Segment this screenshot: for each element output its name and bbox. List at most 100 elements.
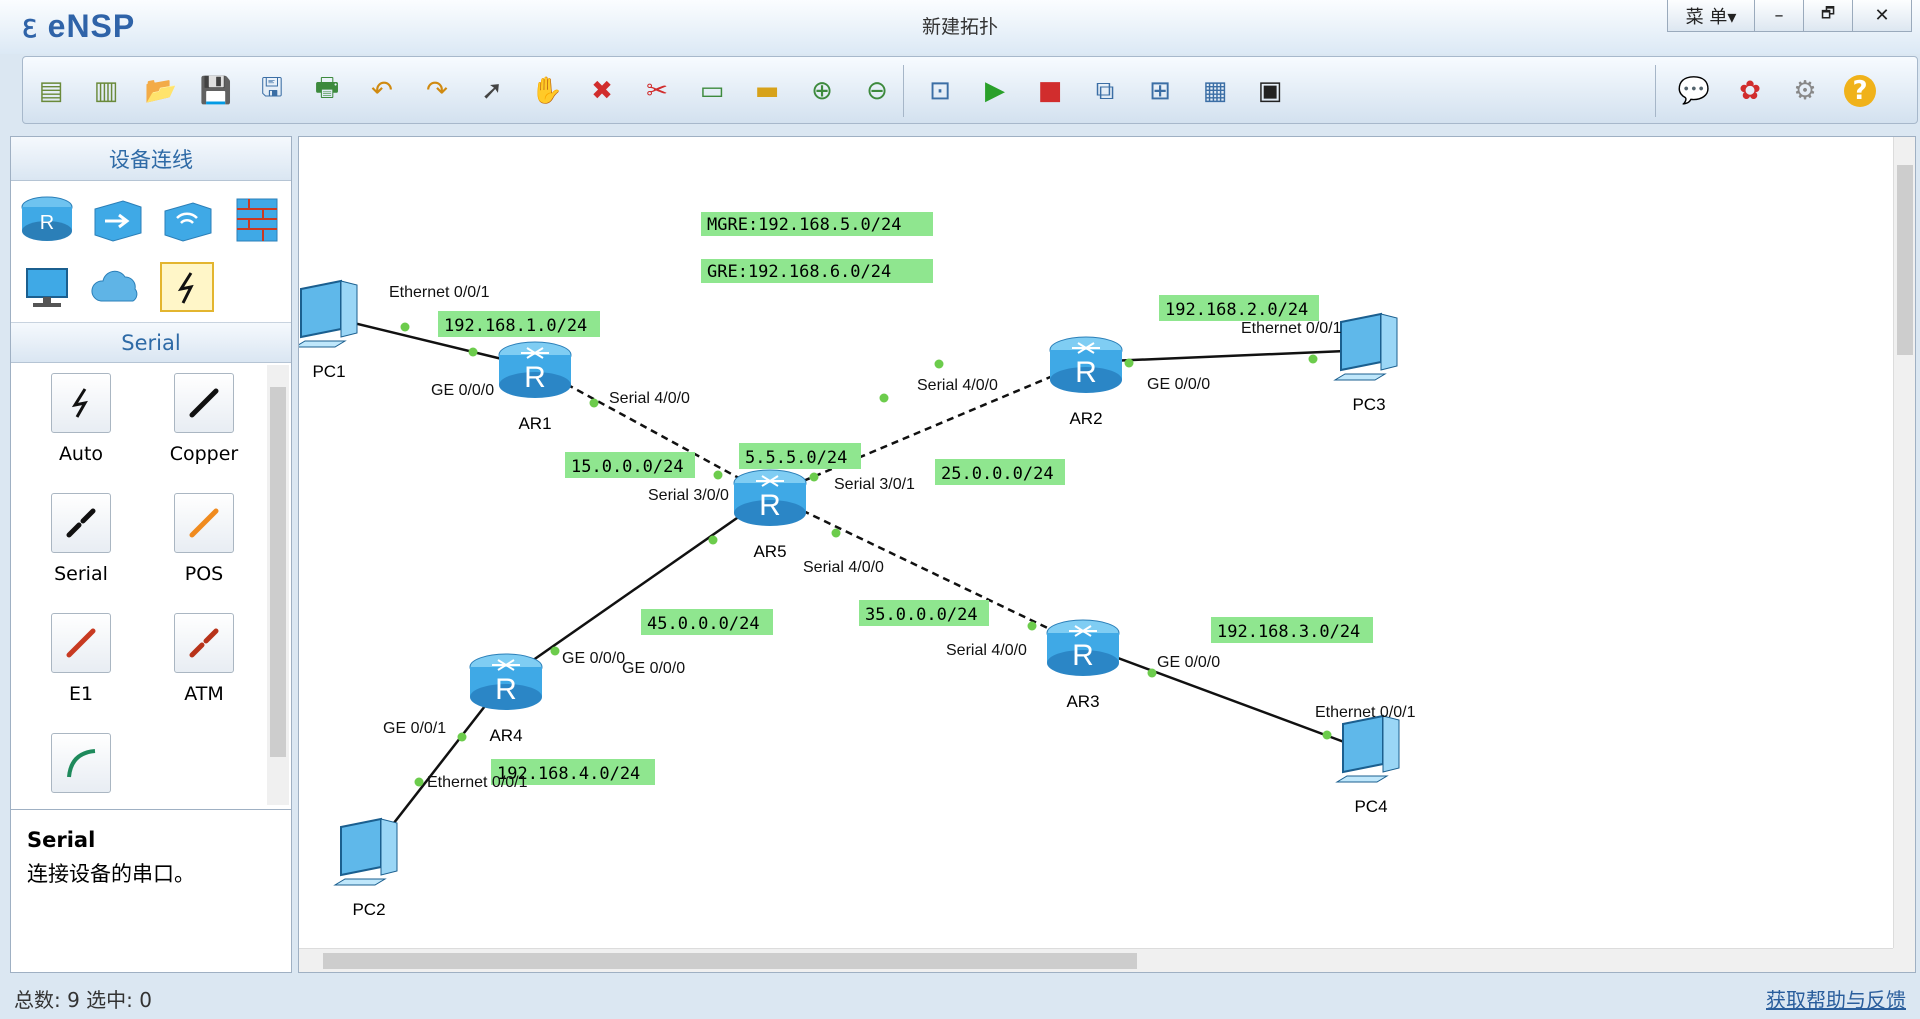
port-label[interactable]: Serial 4/0/0 (609, 390, 690, 407)
svg-text:5.5.5.0/24: 5.5.5.0/24 (745, 448, 847, 468)
cable-type-ctl[interactable] (31, 733, 131, 803)
pc-pc2[interactable] (333, 817, 398, 886)
device-label[interactable]: AR3 (1066, 692, 1099, 711)
settings-icon[interactable]: ⚙ (1783, 69, 1827, 113)
network-label[interactable]: 25.0.0.0/24 (935, 459, 1065, 485)
chat-icon[interactable]: 💬 (1672, 69, 1716, 113)
start-icon[interactable]: ▶ (973, 69, 1017, 113)
port-label[interactable]: Ethernet 0/0/1 (1315, 704, 1416, 721)
layout-icon[interactable]: ⊞ (1138, 69, 1182, 113)
grid-icon[interactable]: ▦ (1193, 69, 1237, 113)
pc-pc4[interactable] (1335, 714, 1400, 783)
port-label[interactable]: GE 0/0/0 (1147, 376, 1210, 393)
port-label[interactable]: GE 0/0/0 (431, 382, 494, 399)
port-label[interactable]: Ethernet 0/0/1 (389, 284, 490, 301)
horizontal-scrollbar[interactable] (299, 948, 1893, 972)
port-label[interactable]: GE 0/0/1 (383, 720, 446, 737)
vertical-scrollbar[interactable] (1893, 137, 1915, 949)
port-label[interactable]: Serial 4/0/0 (803, 559, 884, 576)
device-label[interactable]: AR4 (489, 726, 522, 745)
cloud-icon[interactable] (87, 257, 147, 317)
close-button[interactable]: ✕ (1852, 0, 1912, 32)
port-label[interactable]: GE 0/0/0 (622, 660, 685, 677)
network-label[interactable]: GRE:192.168.6.0/24 (701, 259, 933, 283)
terminal-icon[interactable]: ▣ (1248, 69, 1292, 113)
text-note-icon[interactable]: ▭ (690, 69, 734, 113)
device-label[interactable]: PC1 (312, 362, 345, 381)
port-label[interactable]: Serial 3/0/0 (648, 487, 729, 504)
port-label[interactable]: Ethernet 0/0/1 (427, 774, 528, 791)
device-label[interactable]: PC4 (1354, 797, 1387, 816)
port-label[interactable]: Serial 4/0/0 (946, 642, 1027, 659)
router-ar5[interactable]: R (733, 469, 807, 526)
zoom-in-icon[interactable]: ⊕ (800, 69, 844, 113)
redo-icon[interactable]: ↷ (415, 69, 459, 113)
menu-button[interactable]: 菜 单▾ (1667, 0, 1755, 32)
switch-icon[interactable] (87, 189, 147, 249)
open-icon[interactable]: 📂 (139, 69, 183, 113)
cable-type-atm[interactable]: ATM (154, 613, 254, 705)
cable-type-auto[interactable]: Auto (31, 373, 131, 465)
network-label[interactable]: 192.168.2.0/24 (1159, 295, 1319, 321)
svg-text:192.168.3.0/24: 192.168.3.0/24 (1217, 622, 1360, 642)
router-ar1[interactable]: R (498, 341, 572, 398)
topology-diagram[interactable]: R AR1 R AR2 R AR3 R AR4 R AR5 PC1 PC2 PC3 PC4 MGRE:192… (299, 137, 1895, 949)
port-label[interactable]: Serial 4/0/0 (917, 377, 998, 394)
save-icon[interactable]: 💾 (194, 69, 238, 113)
firewall-icon[interactable] (227, 189, 287, 249)
delete-icon[interactable]: ✖ (580, 69, 624, 113)
router-ar3[interactable]: R (1046, 619, 1120, 676)
link-ar5-ar4[interactable] (505, 493, 771, 681)
select-icon[interactable]: ➚ (470, 69, 514, 113)
device-label[interactable]: PC2 (352, 900, 385, 919)
network-label[interactable]: 45.0.0.0/24 (641, 609, 773, 635)
minimize-button[interactable]: – (1754, 0, 1804, 32)
wireless-icon[interactable] (157, 189, 217, 249)
router-ar4[interactable]: R (469, 653, 543, 710)
cable-icon[interactable] (157, 257, 217, 317)
zoom-out-icon[interactable]: ⊖ (855, 69, 899, 113)
svg-text:R: R (1072, 639, 1094, 672)
device-label[interactable]: AR5 (753, 542, 786, 561)
print-icon[interactable]: 🖶 (305, 69, 349, 113)
device-label[interactable]: PC3 (1352, 395, 1385, 414)
undo-icon[interactable]: ↶ (360, 69, 404, 113)
network-label[interactable]: 192.168.1.0/24 (438, 311, 600, 337)
network-label[interactable]: MGRE:192.168.5.0/24 (701, 212, 933, 236)
save-as-icon[interactable]: 🖫 (250, 69, 294, 113)
device-label[interactable]: AR2 (1069, 409, 1102, 428)
fit-icon[interactable]: ⊡ (918, 69, 962, 113)
topology-canvas[interactable]: R AR1 R AR2 R AR3 R AR4 R AR5 PC1 PC2 PC3 PC4 MGRE:192… (298, 136, 1916, 973)
port-label[interactable]: Serial 3/0/1 (834, 476, 915, 493)
delete-all-links-icon[interactable]: ✂ (635, 69, 679, 113)
router-icon[interactable]: R (17, 189, 77, 249)
capture-icon[interactable]: ⧉ (1083, 69, 1127, 113)
network-label[interactable]: 15.0.0.0/24 (565, 452, 695, 478)
device-label[interactable]: AR1 (518, 414, 551, 433)
svg-text:45.0.0.0/24: 45.0.0.0/24 (647, 614, 760, 634)
cable-type-copper[interactable]: Copper (154, 373, 254, 465)
network-label[interactable]: 35.0.0.0/24 (859, 600, 989, 626)
new-sample-icon[interactable]: ▥ (84, 69, 128, 113)
network-label[interactable]: 192.168.3.0/24 (1211, 617, 1373, 643)
cable-type-pos[interactable]: POS (154, 493, 254, 585)
router-ar2[interactable]: R (1049, 336, 1123, 393)
restore-button[interactable]: 🗗 (1803, 0, 1853, 32)
rectangle-icon[interactable]: ▬ (745, 69, 789, 113)
network-label[interactable]: 5.5.5.0/24 (739, 443, 861, 469)
new-topology-icon[interactable]: ▤ (29, 69, 73, 113)
huawei-icon[interactable]: ✿ (1728, 69, 1772, 113)
pan-icon[interactable]: ✋ (525, 69, 569, 113)
cable-type-serial[interactable]: Serial (31, 493, 131, 585)
help-icon[interactable]: ? (1838, 69, 1882, 113)
help-feedback-link[interactable]: 获取帮助与反馈 (1766, 984, 1906, 1013)
pc-pc1[interactable] (299, 279, 358, 348)
cable-scrollbar[interactable] (267, 365, 289, 805)
port-label[interactable]: GE 0/0/0 (562, 650, 625, 667)
cable-type-e1[interactable]: E1 (31, 613, 131, 705)
pc-icon[interactable] (17, 257, 77, 317)
pc-pc3[interactable] (1333, 312, 1398, 381)
port-label[interactable]: GE 0/0/0 (1157, 654, 1220, 671)
stop-icon[interactable]: ■ (1028, 69, 1072, 113)
port-label[interactable]: Ethernet 0/0/1 (1241, 320, 1342, 337)
